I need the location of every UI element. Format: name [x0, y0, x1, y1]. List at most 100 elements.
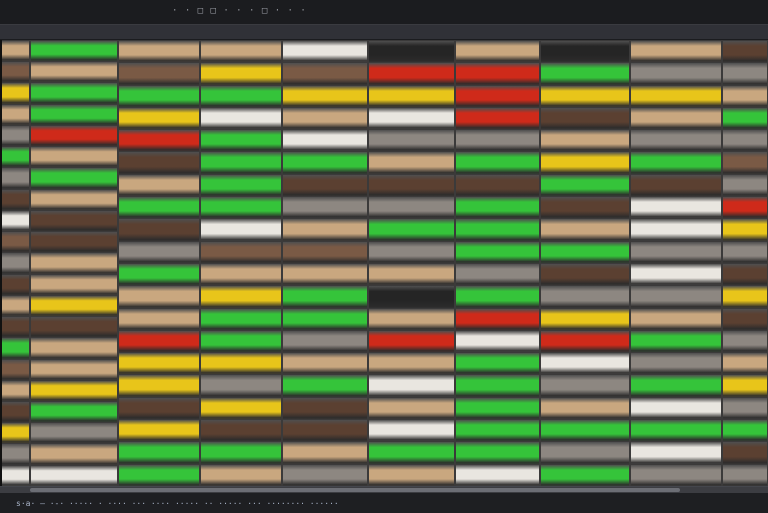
thumbnail-tile[interactable] [456, 130, 539, 152]
thumbnail-tile[interactable] [31, 338, 117, 359]
thumbnail-tile[interactable] [119, 130, 199, 152]
thumbnail-tile[interactable] [283, 63, 367, 85]
thumbnail-tile[interactable] [541, 420, 629, 442]
thumbnail-tile[interactable] [541, 107, 629, 130]
thumbnail-tile[interactable] [369, 353, 454, 375]
thumbnail-tile[interactable] [119, 397, 199, 420]
thumbnail-tile[interactable] [456, 308, 539, 330]
thumbnail-tile[interactable] [283, 397, 367, 420]
thumbnail-tile[interactable] [1, 380, 29, 401]
thumbnail-tile[interactable] [1, 83, 29, 104]
thumbnail-tile[interactable] [119, 353, 199, 375]
thumbnail-tile[interactable] [1, 147, 29, 168]
thumbnail-tile[interactable] [119, 63, 199, 85]
thumbnail-tile[interactable] [201, 263, 281, 286]
thumbnail-tile[interactable] [631, 286, 721, 308]
thumbnail-tile[interactable] [456, 263, 539, 286]
thumbnail-tile[interactable] [456, 219, 539, 241]
thumbnail-tile[interactable] [631, 197, 721, 219]
thumbnail-tile[interactable] [631, 63, 721, 85]
thumbnail-tile[interactable] [201, 219, 281, 241]
thumbnail-tile[interactable] [369, 308, 454, 330]
thumbnail-tile[interactable] [283, 219, 367, 241]
thumbnail-tile[interactable] [1, 317, 29, 338]
thumbnail-tile[interactable] [1, 125, 29, 147]
thumbnail-tile[interactable] [1, 210, 29, 232]
thumbnail-tile[interactable] [541, 152, 629, 174]
thumbnail-tile[interactable] [541, 375, 629, 397]
thumbnail-tile[interactable] [119, 85, 199, 107]
thumbnail-tile[interactable] [631, 420, 721, 442]
thumbnail-tile[interactable] [283, 41, 367, 63]
thumbnail-tile[interactable] [1, 444, 29, 465]
thumbnail-tile[interactable] [631, 353, 721, 375]
thumbnail-tile[interactable] [456, 397, 539, 420]
thumbnail-tile[interactable] [31, 359, 117, 380]
thumbnail-tile[interactable] [283, 420, 367, 442]
thumbnail-tile[interactable] [541, 219, 629, 241]
thumbnail-tile[interactable] [1, 359, 29, 380]
thumbnail-tile[interactable] [723, 174, 767, 197]
thumbnail-tile[interactable] [456, 197, 539, 219]
thumbnail-tile[interactable] [31, 253, 117, 274]
thumbnail-tile[interactable] [541, 174, 629, 197]
thumbnail-tile[interactable] [369, 464, 454, 486]
thumbnail-tile[interactable] [1, 401, 29, 423]
thumbnail-tile[interactable] [201, 442, 281, 464]
thumbnail-tile[interactable] [541, 130, 629, 152]
thumbnail-tile[interactable] [723, 152, 767, 174]
thumbnail-tile[interactable] [723, 197, 767, 219]
thumbnail-tile[interactable] [369, 197, 454, 219]
thumbnail-tile[interactable] [119, 241, 199, 263]
thumbnail-tile[interactable] [369, 263, 454, 286]
thumbnail-tile[interactable] [1, 338, 29, 359]
thumbnail-tile[interactable] [541, 353, 629, 375]
thumbnail-tile[interactable] [31, 41, 117, 62]
thumbnail-tile[interactable] [31, 147, 117, 168]
thumbnail-tile[interactable] [723, 330, 767, 353]
thumbnail-tile[interactable] [723, 464, 767, 486]
thumbnail-tile[interactable] [723, 85, 767, 107]
thumbnail-tile[interactable] [283, 330, 367, 353]
thumbnail-tile[interactable] [541, 85, 629, 107]
thumbnail-tile[interactable] [1, 253, 29, 274]
thumbnail-tile[interactable] [541, 286, 629, 308]
thumbnail-tile[interactable] [456, 107, 539, 130]
thumbnail-tile[interactable] [369, 63, 454, 85]
thumbnail-tile[interactable] [541, 397, 629, 420]
thumbnail-tile[interactable] [723, 241, 767, 263]
thumbnail-tile[interactable] [283, 197, 367, 219]
thumbnail-tile[interactable] [723, 375, 767, 397]
thumbnail-tile[interactable] [283, 263, 367, 286]
thumbnail-tile[interactable] [31, 104, 117, 125]
thumbnail-tile[interactable] [201, 197, 281, 219]
thumbnail-tile[interactable] [201, 420, 281, 442]
thumbnail-tile[interactable] [1, 168, 29, 189]
thumbnail-tile[interactable] [541, 263, 629, 286]
thumbnail-tile[interactable] [283, 241, 367, 263]
thumbnail-tile[interactable] [31, 125, 117, 147]
thumbnail-tile[interactable] [723, 397, 767, 420]
thumbnail-tile[interactable] [631, 130, 721, 152]
thumbnail-tile[interactable] [1, 295, 29, 317]
thumbnail-tile[interactable] [369, 286, 454, 308]
thumbnail-tile[interactable] [541, 63, 629, 85]
thumbnail-tile[interactable] [31, 380, 117, 401]
thumbnail-tile[interactable] [119, 41, 199, 63]
thumbnail-tile[interactable] [631, 464, 721, 486]
thumbnail-tile[interactable] [31, 168, 117, 189]
thumbnail-tile[interactable] [283, 353, 367, 375]
thumbnail-tile[interactable] [201, 130, 281, 152]
thumbnail-tile[interactable] [31, 423, 117, 444]
thumbnail-tile[interactable] [31, 83, 117, 104]
thumbnail-tile[interactable] [456, 63, 539, 85]
thumbnail-tile[interactable] [283, 85, 367, 107]
thumbnail-tile[interactable] [201, 107, 281, 130]
thumbnail-tile[interactable] [631, 85, 721, 107]
thumbnail-tile[interactable] [201, 330, 281, 353]
thumbnail-tile[interactable] [369, 330, 454, 353]
thumbnail-tile[interactable] [201, 241, 281, 263]
thumbnail-tile[interactable] [631, 442, 721, 464]
thumbnail-tile[interactable] [119, 308, 199, 330]
thumbnail-tile[interactable] [119, 442, 199, 464]
